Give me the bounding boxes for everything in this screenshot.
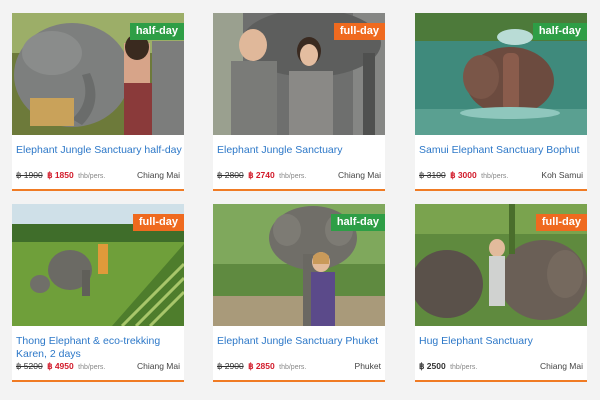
price-row: ฿ 2500 thb/pers. Chiang Mai — [419, 361, 583, 375]
price-unit: thb/pers. — [279, 364, 307, 371]
price-row: ฿ 2900 ฿ 2850 thb/pers. Phuket — [217, 361, 381, 375]
price-unit: thb/pers. — [78, 364, 106, 371]
price-row: ฿ 2800 ฿ 2740 thb/pers. Chiang Mai — [217, 170, 381, 184]
tour-location: Koh Samui — [541, 170, 583, 180]
tour-title[interactable]: Elephant Jungle Sanctuary Phuket — [217, 335, 383, 348]
full-day-badge: full-day — [535, 214, 587, 231]
current-price: ฿ 4950 — [47, 361, 74, 371]
price-unit: thb/pers. — [279, 173, 307, 180]
price-row: ฿ 3100 ฿ 3000 thb/pers. Koh Samui — [419, 170, 583, 184]
current-price: ฿ 3000 — [450, 170, 477, 180]
tour-card[interactable]: full-day Hug Elephant Sanctuary ฿ 2500 t… — [415, 204, 587, 382]
tour-title[interactable]: Thong Elephant & eco-trekking Karen, 2 d… — [16, 335, 182, 361]
old-price: ฿ 2900 — [217, 361, 244, 371]
tour-title[interactable]: Hug Elephant Sanctuary — [419, 335, 585, 348]
full-day-badge: full-day — [333, 23, 385, 40]
tour-card[interactable]: half-day Elephant Jungle Sanctuary Phuke… — [213, 204, 385, 382]
tour-location: Chiang Mai — [338, 170, 381, 180]
tour-card[interactable]: half-day Samui Elephant Sanctuary Bophut… — [415, 13, 587, 191]
tour-card[interactable]: full-day Elephant Jungle Sanctuary ฿ 280… — [213, 13, 385, 191]
tour-location: Chiang Mai — [540, 361, 583, 371]
current-price: ฿ 2740 — [248, 170, 275, 180]
half-day-badge: half-day — [129, 23, 184, 40]
price-row: ฿ 1900 ฿ 1850 thb/pers. Chiang Mai — [16, 170, 180, 184]
tour-title[interactable]: Samui Elephant Sanctuary Bophut — [419, 144, 585, 157]
current-price: ฿ 1850 — [47, 170, 74, 180]
price-unit: thb/pers. — [481, 173, 509, 180]
half-day-badge: half-day — [330, 214, 385, 231]
price-unit: thb/pers. — [450, 364, 478, 371]
tour-card[interactable]: half-day Elephant Jungle Sanctuary half-… — [12, 13, 184, 191]
full-day-badge: full-day — [132, 214, 184, 231]
tour-location: Chiang Mai — [137, 361, 180, 371]
tour-location: Phuket — [354, 361, 381, 371]
old-price: ฿ 1900 — [16, 170, 43, 180]
current-price: ฿ 2850 — [248, 361, 275, 371]
price-row: ฿ 5200 ฿ 4950 thb/pers. Chiang Mai — [16, 361, 180, 375]
tour-card[interactable]: full-day Thong Elephant & eco-trekking K… — [12, 204, 184, 382]
price-unit: thb/pers. — [78, 173, 106, 180]
old-price: ฿ 3100 — [419, 170, 446, 180]
tour-location: Chiang Mai — [137, 170, 180, 180]
half-day-badge: half-day — [532, 23, 587, 40]
old-price: ฿ 2800 — [217, 170, 244, 180]
tour-title[interactable]: Elephant Jungle Sanctuary — [217, 144, 383, 157]
current-price: ฿ 2500 — [419, 361, 446, 371]
old-price: ฿ 5200 — [16, 361, 43, 371]
tour-title[interactable]: Elephant Jungle Sanctuary half-day — [16, 144, 182, 157]
